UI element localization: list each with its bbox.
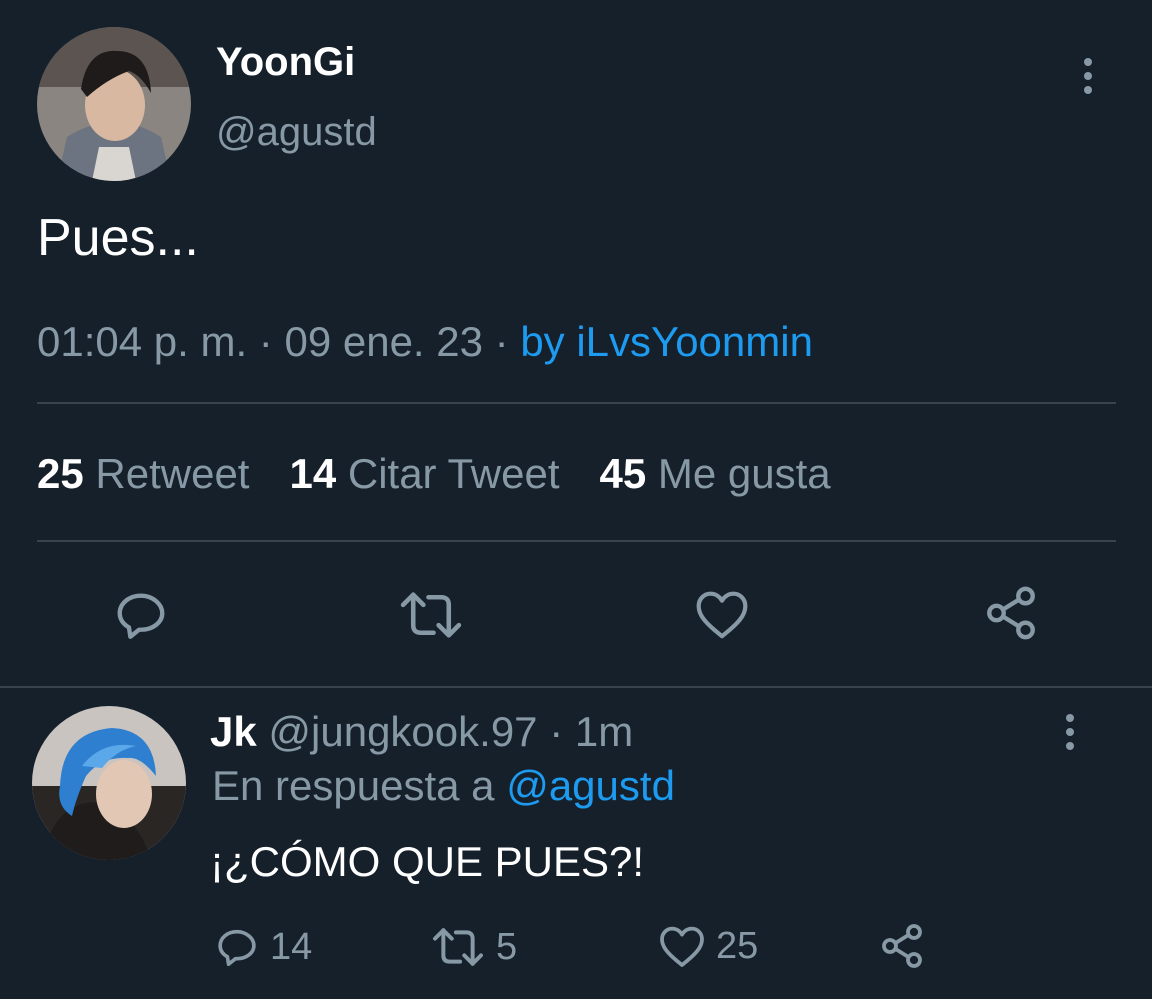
reply-retweet-button[interactable]: 5 — [430, 924, 517, 970]
like-icon — [696, 591, 748, 639]
in-reply-to: En respuesta a @agustd — [212, 762, 675, 810]
like-count: 45 — [599, 450, 647, 497]
quote-count: 14 — [289, 450, 337, 497]
reply-icon — [218, 929, 256, 967]
meta-separator: · — [494, 318, 509, 365]
avatar-photo — [37, 27, 191, 181]
like-label: Me gusta — [657, 450, 831, 497]
author-name[interactable]: YoonGi — [216, 40, 355, 85]
retweet-stat[interactable]: 25 Retweet — [37, 450, 249, 498]
meta-separator: · — [549, 708, 564, 755]
in-reply-handle[interactable]: @agustd — [506, 762, 675, 809]
in-reply-prefix: En respuesta a — [212, 762, 495, 809]
like-count: 25 — [716, 924, 759, 967]
like-button[interactable] — [692, 584, 752, 644]
retweet-icon — [433, 928, 483, 966]
author-handle[interactable]: @agustd — [216, 110, 377, 155]
retweet-icon — [400, 592, 462, 638]
quote-stat[interactable]: 14 Citar Tweet — [289, 450, 559, 498]
like-stat[interactable]: 45 Me gusta — [600, 450, 831, 498]
tweet-meta: 01:04 p. m. · 09 ene. 23 · by iLvsYoonmi… — [37, 318, 813, 366]
more-options-icon[interactable] — [1084, 58, 1092, 94]
tweet-stats: 25 Retweet 14 Citar Tweet 45 Me gusta — [37, 450, 831, 498]
reply-age: 1m — [574, 708, 634, 755]
share-button[interactable] — [980, 582, 1042, 644]
reply-icon — [117, 593, 165, 639]
retweet-count: 25 — [37, 450, 84, 497]
reply-author-handle[interactable]: @jungkook.97 — [268, 708, 537, 755]
tweet-text: Pues... — [37, 209, 199, 267]
reply-like-button[interactable]: 25 — [658, 924, 758, 968]
divider — [0, 686, 1152, 688]
tweet-source-link[interactable]: by iLvsYoonmin — [520, 318, 813, 365]
like-icon — [660, 926, 704, 967]
reply-count: 14 — [270, 925, 313, 968]
retweet-button[interactable] — [398, 584, 464, 646]
divider — [37, 402, 1116, 404]
tweet-time: 01:04 p. m. — [37, 318, 248, 365]
reply-share-button[interactable] — [878, 922, 926, 970]
share-icon — [987, 586, 1035, 640]
retweet-label: Retweet — [95, 450, 250, 497]
divider — [37, 540, 1116, 542]
meta-separator: · — [258, 318, 273, 365]
reply-reply-button[interactable]: 14 — [214, 924, 312, 970]
author-avatar[interactable] — [37, 27, 191, 181]
quote-label: Citar Tweet — [347, 450, 560, 497]
reply-author-name[interactable]: Jk — [210, 708, 257, 755]
reply-button[interactable] — [110, 584, 172, 646]
reply-author-avatar[interactable] — [32, 706, 186, 860]
reply-header: Jk @jungkook.97 · 1m — [210, 708, 633, 756]
tweet-date: 09 ene. 23 — [284, 318, 483, 365]
retweet-count: 5 — [496, 925, 518, 968]
avatar-photo — [32, 706, 186, 860]
share-icon — [882, 924, 922, 968]
reply-text: ¡¿CÓMO QUE PUES?! — [210, 838, 645, 885]
reply-more-options-icon[interactable] — [1066, 714, 1074, 750]
